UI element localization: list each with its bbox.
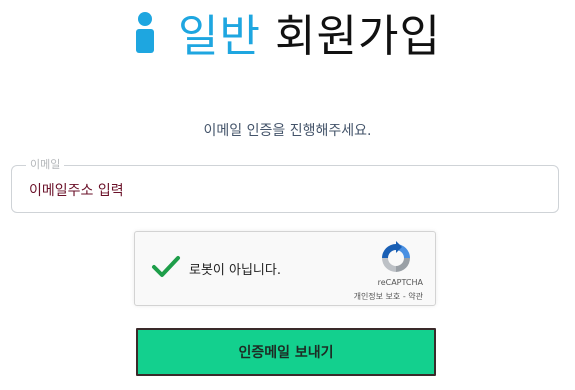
email-input[interactable] xyxy=(29,180,529,200)
page-title: 회원가입 xyxy=(275,11,441,62)
captcha-checkbox[interactable] xyxy=(151,254,181,280)
instruction-text: 이메일 인증을 진행해주세요. xyxy=(203,123,372,139)
recaptcha-logo-icon xyxy=(382,241,410,272)
page-title-accent: 일반 xyxy=(178,11,262,62)
captcha-label: 로봇이 아닙니다. xyxy=(189,263,281,278)
recaptcha-brand: reCAPTCHA xyxy=(377,278,423,287)
email-field: 이메일 xyxy=(11,158,559,213)
email-field-label: 이메일 xyxy=(26,158,65,172)
page-header: 일반 회원가입 xyxy=(0,4,575,62)
terms-link[interactable]: 약관 xyxy=(408,292,423,301)
user-icon xyxy=(134,11,156,53)
recaptcha-widget: 로봇이 아닙니다. reCAPTCHA 개인정보 보호 - 약관 xyxy=(134,231,436,306)
recaptcha-links: 개인정보 보호 - 약관 xyxy=(354,291,423,302)
checkmark-icon xyxy=(152,256,180,277)
privacy-link[interactable]: 개인정보 보호 xyxy=(354,292,401,301)
send-verification-email-button[interactable]: 인증메일 보내기 xyxy=(136,328,436,376)
